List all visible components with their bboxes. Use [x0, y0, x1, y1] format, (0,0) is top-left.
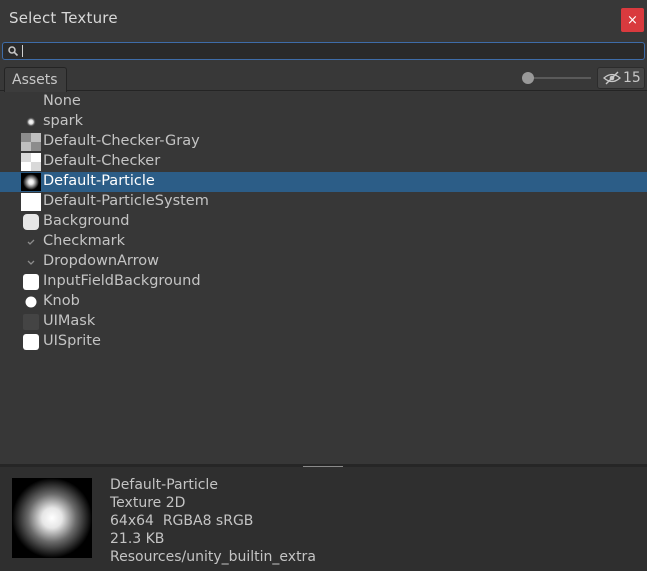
list-item[interactable]: InputFieldBackground [0, 272, 647, 292]
preview-name: Default-Particle [110, 477, 218, 493]
list-item[interactable]: Background [0, 212, 647, 232]
preview-panel: Default-Particle Texture 2D 64x64 RGBA8 … [0, 467, 647, 571]
ui-sprite-thumbnail [23, 334, 39, 350]
preview-image [12, 478, 92, 558]
list-item-label: Default-Particle [43, 173, 155, 189]
list-item[interactable]: UIMask [0, 312, 647, 332]
tab-assets[interactable]: Assets [4, 67, 67, 92]
search-icon [8, 46, 19, 57]
list-item[interactable]: Default-Checker [0, 152, 647, 172]
texture-list: None spark Default-Checker-Gray Default-… [0, 92, 647, 464]
close-icon: × [627, 12, 638, 28]
text-caret [22, 45, 23, 57]
list-item-label: spark [43, 113, 84, 129]
checkmark-thumbnail [27, 239, 35, 245]
window-title: Select Texture [9, 9, 118, 27]
close-button[interactable]: × [621, 8, 644, 32]
list-item-label: Knob [43, 293, 80, 309]
list-item[interactable]: Knob [0, 292, 647, 312]
preview-path: Resources/unity_builtin_extra [110, 549, 316, 565]
list-item[interactable]: Checkmark [0, 232, 647, 252]
tab-bar: Assets 15 [0, 64, 647, 92]
title-bar: Select Texture × [0, 0, 647, 38]
dropdown-arrow-thumbnail [27, 260, 35, 265]
list-item-label: UIMask [43, 313, 96, 329]
list-item-label: Default-Checker-Gray [43, 133, 200, 149]
hidden-packages-toggle[interactable]: 15 [597, 67, 645, 89]
particle-thumbnail [21, 173, 41, 191]
eye-slash-icon [603, 71, 621, 85]
preview-size: 21.3 KB [110, 531, 165, 547]
list-item-label: Background [43, 213, 130, 229]
list-item[interactable]: spark [0, 112, 647, 132]
hidden-count: 15 [623, 70, 641, 86]
preview-type: Texture 2D [110, 495, 186, 511]
list-item-label: InputFieldBackground [43, 273, 201, 289]
background-sprite-thumbnail [23, 214, 39, 230]
white-square-thumbnail [21, 193, 41, 211]
list-item-label: UISprite [43, 333, 101, 349]
list-item[interactable]: Default-Checker-Gray [0, 132, 647, 152]
search-row [0, 38, 647, 64]
list-item[interactable]: Default-ParticleSystem [0, 192, 647, 212]
thumbnail-size-slider-handle[interactable] [522, 72, 534, 84]
list-item-label: None [43, 93, 81, 109]
list-item[interactable]: UISprite [0, 332, 647, 352]
ui-mask-thumbnail [23, 314, 39, 330]
thumbnail-size-slider-track[interactable] [528, 77, 591, 79]
list-item-label: Checkmark [43, 233, 125, 249]
preview-info: Default-Particle Texture 2D 64x64 RGBA8 … [110, 476, 316, 566]
spark-thumbnail [26, 117, 36, 127]
list-item[interactable]: DropdownArrow [0, 252, 647, 272]
preview-format: 64x64 RGBA8 sRGB [110, 513, 254, 529]
input-field-background-thumbnail [23, 274, 39, 290]
tab-assets-label: Assets [12, 72, 58, 88]
list-item-selected[interactable]: Default-Particle [0, 172, 647, 192]
list-item-label: DropdownArrow [43, 253, 160, 269]
knob-thumbnail [25, 296, 37, 308]
checker-thumbnail [21, 153, 41, 171]
checker-gray-thumbnail [21, 133, 41, 151]
list-item-label: Default-Checker [43, 153, 161, 169]
search-input[interactable] [2, 42, 645, 60]
list-item[interactable]: None [0, 92, 647, 112]
list-item-label: Default-ParticleSystem [43, 193, 209, 209]
